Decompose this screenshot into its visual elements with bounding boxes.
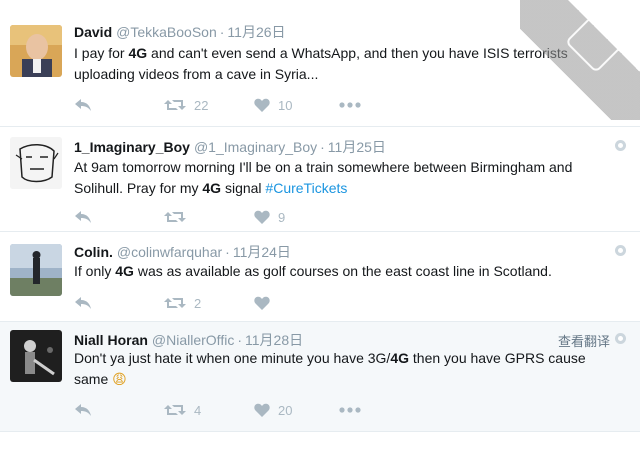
more-icon: [339, 407, 361, 413]
heart-icon: [254, 296, 270, 310]
separator-dot: ·: [320, 139, 325, 155]
reply-icon: [75, 99, 91, 111]
tweet-author-name[interactable]: 1_Imaginary_Boy: [74, 139, 190, 155]
like-button[interactable]: 10: [254, 95, 292, 115]
tweet-text: At 9am tomorrow morning I'll be on a tra…: [74, 157, 622, 199]
heart-icon: [254, 98, 270, 112]
like-button[interactable]: 9: [254, 207, 285, 227]
tweet-item[interactable]: Colin. @colinwfarquhar · 11月24日 If only 4G …: [0, 232, 640, 322]
globe-icon: [615, 245, 626, 256]
tweet-text-part: signal: [221, 180, 266, 196]
tweet-actions: 22 10: [74, 95, 394, 115]
tweet-keyword: 4G: [390, 350, 409, 366]
retweet-count: 22: [194, 97, 209, 113]
tweet-actions: 9: [74, 207, 394, 227]
more-button[interactable]: [339, 95, 361, 115]
globe-icon: [615, 140, 626, 151]
hashtag-link[interactable]: #CureTickets: [265, 180, 347, 196]
heart-icon: [254, 210, 270, 224]
like-button[interactable]: [254, 293, 278, 313]
retweet-button[interactable]: 4: [164, 400, 201, 420]
tweet-author-handle[interactable]: @colinwfarquhar: [117, 244, 222, 260]
tweet-text: If only 4G was as available as golf cour…: [74, 261, 622, 282]
tweet-item[interactable]: Niall Horan @NiallerOffic · 11月28日 查看翻译 Don…: [0, 322, 640, 432]
like-count: 9: [278, 209, 286, 225]
tweet-text-part: was as available as golf courses on the …: [133, 263, 552, 279]
tweet-text-part: If only: [74, 263, 116, 279]
weary-face-emoji: 😩: [112, 372, 127, 388]
separator-dot: ·: [225, 244, 230, 260]
tweet-author-handle[interactable]: @1_Imaginary_Boy: [194, 139, 317, 155]
like-button[interactable]: 20: [254, 400, 292, 420]
retweet-icon: [164, 298, 186, 308]
reply-icon: [75, 211, 91, 223]
tweet-keyword: 4G: [115, 263, 134, 279]
retweet-button[interactable]: [164, 207, 194, 227]
retweet-icon: [164, 100, 186, 110]
tweet-timestamp[interactable]: 11月26日: [227, 24, 285, 40]
like-count: 10: [278, 97, 293, 113]
more-icon: [339, 102, 361, 108]
tweet-text: I pay for 4G and can't even send a Whats…: [74, 43, 622, 85]
tweet-keyword: 4G: [202, 180, 222, 196]
retweet-icon: [164, 405, 186, 415]
tweet-keyword: 4G: [128, 45, 148, 61]
avatar[interactable]: [10, 25, 62, 77]
more-button[interactable]: [339, 400, 361, 420]
tweet-feed: David @TekkaBooSon · 11月26日 I pay for 4G an…: [0, 0, 640, 450]
reply-button[interactable]: [74, 293, 92, 313]
reply-button[interactable]: [74, 400, 92, 420]
avatar[interactable]: [10, 244, 62, 296]
tweet-timestamp[interactable]: 11月25日: [328, 139, 386, 155]
retweet-count: 4: [194, 402, 202, 418]
retweet-button[interactable]: 22: [164, 95, 208, 115]
reply-icon: [75, 404, 91, 416]
tweet-author-handle[interactable]: @NiallerOffic: [152, 332, 234, 348]
retweet-count: 2: [194, 295, 202, 311]
tweet-item[interactable]: 1_Imaginary_Boy @1_Imaginary_Boy · 11月25日 A…: [0, 127, 640, 232]
tweet-text-part: Don't ya just hate it when one minute yo…: [74, 350, 391, 366]
tweet-timestamp[interactable]: 11月28日: [245, 332, 303, 348]
like-count: 20: [278, 402, 293, 418]
reply-icon: [75, 297, 91, 309]
heart-icon: [254, 403, 270, 417]
retweet-button[interactable]: 2: [164, 293, 201, 313]
globe-icon: [615, 333, 626, 344]
tweet-author-handle[interactable]: @TekkaBooSon: [116, 24, 217, 40]
tweet-text-part: and can't even send a WhatsApp, and then…: [74, 45, 568, 82]
retweet-icon: [164, 212, 186, 222]
tweet-actions: 2: [74, 293, 394, 313]
tweet-author-name[interactable]: Niall Horan: [74, 332, 148, 348]
tweet-author-name[interactable]: Colin.: [74, 244, 113, 260]
reply-button[interactable]: [74, 207, 92, 227]
separator-dot: ·: [219, 24, 225, 40]
separator-dot: ·: [237, 332, 242, 348]
avatar[interactable]: [10, 137, 62, 189]
tweet-timestamp[interactable]: 11月24日: [233, 244, 291, 260]
tweet-text: Don't ya just hate it when one minute yo…: [74, 348, 600, 391]
avatar[interactable]: [10, 330, 62, 382]
tweet-author-name[interactable]: David: [74, 24, 112, 40]
reply-button[interactable]: [74, 95, 92, 115]
tweet-text-part: I pay for: [74, 45, 129, 61]
tweet-item[interactable]: David @TekkaBooSon · 11月26日 I pay for 4G an…: [0, 0, 640, 127]
tweet-actions: 4 20: [74, 400, 394, 420]
